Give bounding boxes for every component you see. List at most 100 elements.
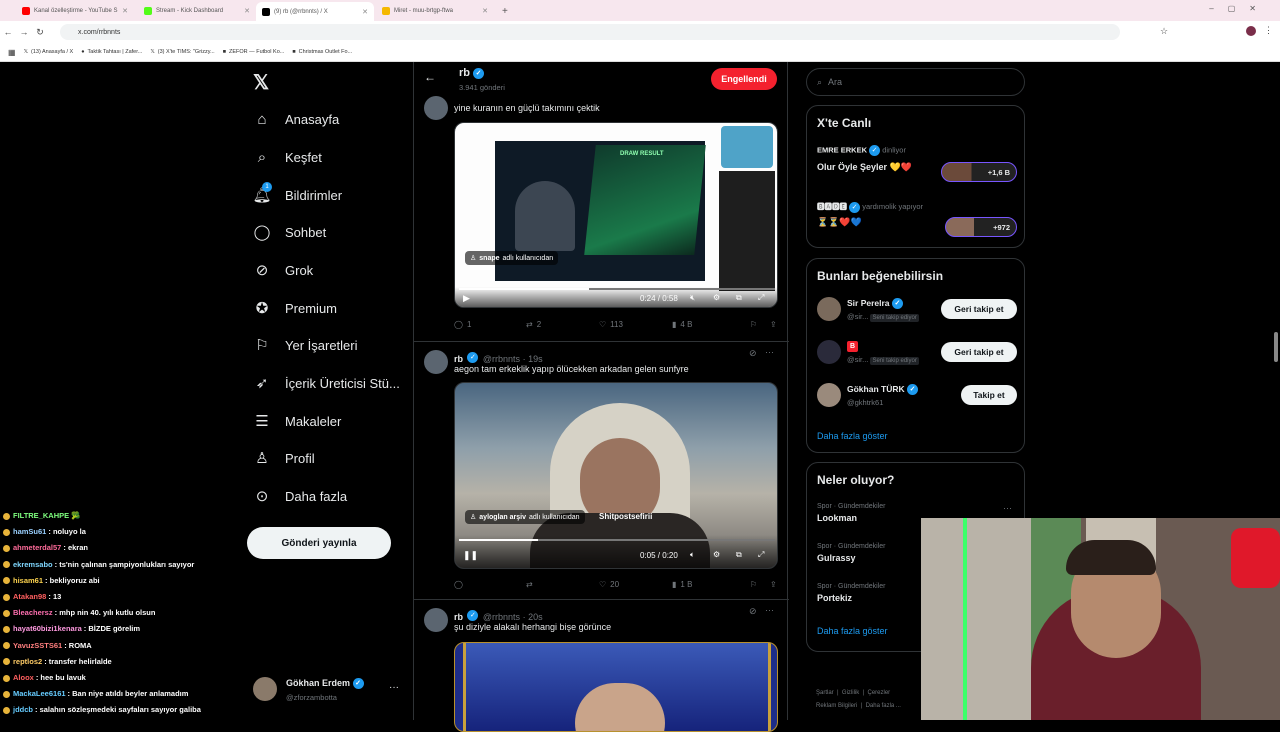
bookmark-button[interactable]: ⚐ [750, 320, 770, 329]
close-icon[interactable]: ✕ [244, 7, 250, 15]
tweet[interactable]: rb ✓ @rrbnnts · 19s ⊘ ··· aegon tam erke… [414, 342, 789, 600]
bookmark-item[interactable]: 𝕏 (3) X'te TIMS: "Grizzy... [150, 49, 214, 55]
trend-item[interactable]: Spor · Gündemdekiler Portekiz [817, 583, 885, 603]
show-more-link[interactable]: Daha fazla göster [817, 431, 888, 441]
views-button[interactable]: ▮ 1 B [672, 580, 750, 589]
apps-icon[interactable]: ▦ [8, 48, 16, 57]
fullscreen-icon[interactable]: ⤢ [758, 550, 764, 560]
like-button[interactable]: ♡ 20 [599, 580, 672, 589]
browser-tab[interactable]: Kanal özelleştirme - YouTube S ✕ [16, 3, 134, 19]
progress-bar[interactable] [459, 539, 775, 541]
sidebar-item-premium[interactable]: ✪ Premium [253, 295, 337, 321]
volume-icon[interactable]: 🔈︎ [690, 550, 695, 560]
pip-icon[interactable]: ⧉ [736, 550, 742, 560]
new-tab-button[interactable]: + [496, 3, 510, 19]
more-dots-icon[interactable]: ··· [765, 605, 774, 615]
sidebar-item-messages[interactable]: ◯ Sohbet [253, 219, 327, 245]
tweet-video[interactable]: DRAW RESULT ♙ snape adlı kullanıcıdan ▶ 0:… [454, 122, 778, 308]
sidebar-item-grok[interactable]: ⊘ Grok [253, 257, 313, 283]
live-listeners-pill[interactable]: +1,6 B [941, 162, 1017, 182]
video-source-badge[interactable]: ♙ ayloglan arşiv adlı kullanıcıdan [465, 510, 585, 524]
footer-link[interactable]: Reklam Bilgileri [816, 703, 857, 709]
menu-icon[interactable]: ⋮ [1264, 25, 1273, 36]
x-logo-icon[interactable]: 𝕏 [253, 70, 269, 95]
sidebar-item-bookmarks[interactable]: ⚐ Yer İşaretleri [253, 332, 357, 358]
pip-icon[interactable]: ⧉ [736, 293, 742, 303]
like-button[interactable]: ♡ 113 [599, 320, 672, 329]
sidebar-item-notifications[interactable]: 🔔︎ 1 Bildirimler [252, 182, 342, 208]
more-dots-icon[interactable]: ··· [389, 682, 399, 693]
more-dots-icon[interactable]: ··· [765, 347, 774, 357]
sidebar-item-profile[interactable]: ♙ Profil [253, 445, 314, 471]
suggested-user[interactable]: Gökhan TÜRK ✓ @gkhtrk61 Takip et [807, 381, 1026, 421]
browser-tab-active[interactable]: (9) rb (@rrbnnts) / X ✕ [256, 2, 374, 21]
footer-link[interactable]: Daha fazla ... [866, 703, 901, 709]
settings-icon[interactable]: ⚙ [713, 293, 720, 302]
blocked-button[interactable]: Engellendi [711, 68, 777, 90]
close-icon[interactable]: ✕ [122, 7, 128, 15]
pause-icon[interactable]: ❚❚ [463, 550, 478, 561]
footer-link[interactable]: Çerezler [867, 690, 890, 696]
live-listeners-pill[interactable]: +972 [945, 217, 1017, 237]
back-icon[interactable]: ← [0, 27, 16, 37]
settings-icon[interactable]: ⚙ [713, 550, 720, 559]
retweet-button[interactable]: ⇄ [526, 580, 599, 589]
sidebar-item-explore[interactable]: ⌕ Keşfet [253, 144, 322, 170]
trend-item[interactable]: Spor · Gündemdekiler Gulrassy [817, 543, 885, 563]
bookmark-item[interactable]: 𝕏 (13) Anasayfa / X [24, 49, 74, 55]
forward-icon[interactable]: → [16, 27, 32, 37]
back-arrow-icon[interactable]: ← [424, 70, 436, 84]
post-button[interactable]: Gönderi yayınla [247, 527, 391, 559]
sidebar-item-creator-studio[interactable]: ➶ İçerik Üreticisi Stü... [253, 370, 400, 396]
window-controls[interactable]: –▢✕ [1209, 4, 1270, 13]
footer-link[interactable]: Gizlilik [842, 690, 859, 696]
browser-tab[interactable]: Miret - muu-brtgp-ftwa ✕ [376, 3, 494, 19]
share-button[interactable]: ⇪ [770, 580, 777, 589]
play-icon[interactable]: ▶ [463, 293, 470, 304]
suggested-user[interactable]: Sir Perelra ✓ @sir... Seni takip ediyor … [807, 295, 1026, 335]
follow-button[interactable]: Takip et [961, 385, 1017, 405]
close-icon[interactable]: ✕ [362, 8, 368, 16]
star-icon[interactable]: ☆ [1160, 26, 1168, 37]
tweet-video[interactable]: ♙ ayloglan arşiv adlı kullanıcıdan Shitpos… [454, 382, 778, 569]
search-input[interactable]: ⌕ Ara [806, 68, 1025, 96]
bookmark-item[interactable]: ■ ZEFOR — Futbol Ko... [223, 49, 285, 55]
sidebar-item-more[interactable]: ⊙ Daha fazla [253, 483, 347, 509]
live-item-title[interactable]: ⏳⏳❤️💙 [817, 217, 862, 228]
grok-icon[interactable]: ⊘ [749, 348, 757, 359]
tweet[interactable]: yine kuranın en güçlü takımını çektik DR… [414, 94, 789, 342]
bookmark-item[interactable]: ■ Christmas Outlet Fo... [292, 49, 352, 55]
browser-tab[interactable]: Stream - Kick Dashboard ✕ [138, 3, 256, 19]
share-button[interactable]: ⇪ [770, 320, 777, 329]
video-source-badge[interactable]: ♙ snape adlı kullanıcıdan [465, 251, 559, 265]
url-input[interactable]: x.com/rrbnnts [60, 24, 1120, 40]
live-item-title[interactable]: Olur Öyle Şeyler 💛❤️ [817, 162, 912, 173]
close-icon[interactable]: ✕ [482, 7, 488, 15]
avatar[interactable] [424, 96, 448, 120]
account-switcher[interactable]: Gökhan Erdem ✓ @zforzambotta ··· [253, 674, 403, 710]
bookmark-button[interactable]: ⚐ [750, 580, 770, 589]
show-more-link[interactable]: Daha fazla göster [817, 626, 888, 636]
suggested-user[interactable]: B @sir... Seni takip ediyor Geri takip e… [807, 338, 1026, 378]
avatar[interactable] [424, 350, 448, 374]
reply-button[interactable]: ◯ [454, 580, 526, 589]
more-dots-icon[interactable]: ··· [1003, 503, 1012, 513]
tweet-image[interactable] [454, 642, 778, 732]
mute-icon[interactable]: 🔇︎ [690, 293, 695, 303]
progress-bar[interactable] [459, 288, 775, 290]
avatar[interactable] [1246, 26, 1256, 36]
tweet[interactable]: rb ✓ @rrbnnts · 20s ⊘ ··· şu diziyle ala… [414, 600, 789, 732]
reload-icon[interactable]: ↻ [32, 27, 48, 38]
scrollbar-thumb[interactable] [1274, 332, 1278, 362]
bookmark-item[interactable]: ● Taktik Tahtası | Zafer... [81, 49, 142, 55]
reply-button[interactable]: ◯ 1 [454, 320, 526, 329]
footer-link[interactable]: Şartlar [816, 690, 834, 696]
fullscreen-icon[interactable]: ⤢ [758, 293, 764, 303]
retweet-button[interactable]: ⇄ 2 [526, 320, 599, 329]
follow-back-button[interactable]: Geri takip et [941, 342, 1017, 362]
sidebar-item-articles[interactable]: ☰ Makaleler [253, 408, 341, 434]
follow-back-button[interactable]: Geri takip et [941, 299, 1017, 319]
sidebar-item-home[interactable]: ⌂ Anasayfa [253, 106, 339, 132]
views-button[interactable]: ▮ 4 B [672, 320, 750, 329]
grok-icon[interactable]: ⊘ [749, 606, 757, 617]
